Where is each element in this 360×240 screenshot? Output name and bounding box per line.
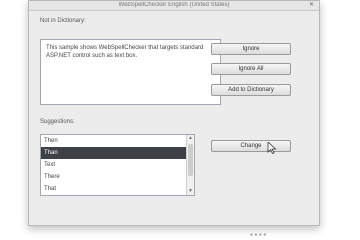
- listbox-scrollbar[interactable]: ▲ ▼: [186, 135, 194, 195]
- suggestions-listbox[interactable]: Then Than Text There That ▲ ▼: [40, 134, 195, 196]
- list-item[interactable]: That: [41, 183, 194, 195]
- chevron-up-icon[interactable]: ▲: [187, 135, 194, 142]
- list-item-selected[interactable]: Than: [41, 147, 194, 159]
- window-title: WebSpellChecker English (United States): [118, 2, 230, 8]
- list-item[interactable]: There: [41, 171, 194, 183]
- add-to-dictionary-button[interactable]: Add to Dictionary: [211, 84, 291, 96]
- suggestions-label: Suggestions:: [40, 119, 75, 125]
- close-icon[interactable]: ✕: [307, 2, 316, 9]
- footer-status: ● ● ● ●: [250, 232, 267, 238]
- scroll-thumb[interactable]: [188, 144, 193, 176]
- not-in-dictionary-textbox[interactable]: This sample shows WebSpellChecker that t…: [40, 39, 221, 105]
- mouse-pointer-icon: [267, 142, 277, 154]
- not-in-dictionary-label: Not in Dictionary:: [40, 18, 86, 24]
- list-item[interactable]: Then: [41, 135, 194, 147]
- list-item[interactable]: Text: [41, 159, 194, 171]
- spell-check-dialog: WebSpellChecker English (United States) …: [28, 0, 320, 226]
- ignore-all-button[interactable]: Ignore All: [211, 63, 291, 75]
- change-button[interactable]: Change: [211, 140, 291, 152]
- chevron-down-icon[interactable]: ▼: [187, 188, 194, 195]
- title-bar: WebSpellChecker English (United States) …: [29, 1, 319, 11]
- ignore-button[interactable]: Ignore: [211, 43, 291, 55]
